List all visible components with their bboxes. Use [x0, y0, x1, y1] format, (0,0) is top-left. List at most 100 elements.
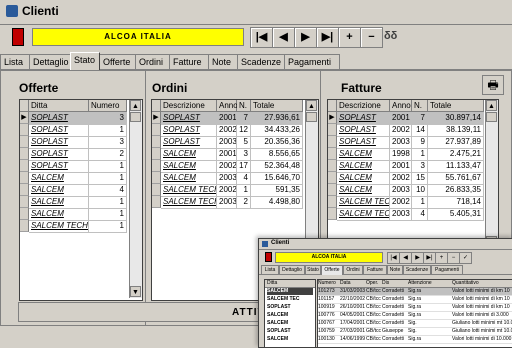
- inset-col: Numero: [318, 280, 341, 288]
- tab-fatture[interactable]: Fatture: [169, 54, 209, 69]
- ordini-scroll-up-button[interactable]: ▲: [306, 100, 317, 111]
- ordini-row[interactable]: SALCEM TECH 2003 2 4.498,80: [161, 196, 303, 209]
- fatture-cell: 30.897,14: [428, 112, 484, 124]
- inset-cell: 100767: [318, 320, 340, 328]
- ordini-cell: 2002: [219, 160, 237, 172]
- inset-cell: 27/03/2001: [340, 328, 366, 336]
- ordini-col-n[interactable]: N.: [237, 100, 251, 112]
- delete-record-button[interactable]: −: [360, 27, 383, 48]
- tab-dettaglio[interactable]: Dettaglio: [29, 54, 71, 69]
- inset-col: Quantitativo: [452, 280, 512, 288]
- tab-lista[interactable]: Lista: [0, 54, 30, 69]
- inset-cell: Sig.ra: [408, 304, 452, 312]
- fatture-cell: SALCEM: [337, 148, 390, 160]
- offerte-row[interactable]: SALCEM TECHN 1: [29, 220, 127, 233]
- fatture-scroll-up-button[interactable]: ▲: [486, 100, 497, 111]
- inset-cell: Sig.: [408, 320, 452, 328]
- offerte-col-ditta[interactable]: Ditta: [29, 100, 89, 112]
- inset-cell: Valori lotti minimi di 10.000: [452, 336, 512, 344]
- print-button[interactable]: 🖶: [482, 75, 504, 95]
- ordini-cell: 5: [237, 136, 251, 148]
- client-name-field[interactable]: ALCOA ITALIA: [32, 28, 244, 46]
- fatture-cell: 2003: [390, 208, 412, 220]
- fatture-col-totale[interactable]: Totale: [428, 100, 484, 112]
- inset-offerte-grid: Ditta SALCEM SALCEM TEC SOPLAST SALCEM SALCEM…: [264, 279, 316, 347]
- inset-cell: 100919: [318, 304, 340, 312]
- add-record-button[interactable]: +: [338, 27, 361, 48]
- fatture-cell: SALCEM TEC: [339, 196, 390, 208]
- prev-record-button[interactable]: ◀: [272, 27, 295, 48]
- inset-col: Dis: [382, 280, 409, 288]
- offerte-row-indicator: [20, 220, 29, 232]
- ordini-cell: 2003: [219, 172, 237, 184]
- ordini-cell: 3: [237, 148, 251, 160]
- fatture-cell: 14: [412, 124, 428, 136]
- inset-client-name: ALCOA ITALIA: [275, 252, 383, 263]
- inset-tab-ordini: Ordini: [343, 265, 363, 275]
- fatture-cell: 2003: [390, 136, 412, 148]
- fatture-grid[interactable]: Descrizione Anno N. Totale ▶ SOPLAST 2001 7 30.8…: [327, 99, 499, 251]
- ordini-col-descrizione[interactable]: Descrizione: [161, 100, 217, 112]
- tab-scadenze[interactable]: Scadenze: [237, 54, 285, 69]
- ordini-scroll-thumb[interactable]: [306, 112, 317, 122]
- inset-title: Clienti: [271, 240, 290, 246]
- offerte-row-indicator: [20, 184, 29, 196]
- fatture-cell: SALCEM: [337, 160, 390, 172]
- ordini-col-totale[interactable]: Totale: [251, 100, 303, 112]
- offerte-scroll-up-button[interactable]: ▲: [130, 100, 141, 111]
- inset-left-cell: SALCEM: [267, 312, 289, 318]
- tab-strip: Lista Dettaglio Stato Offerte Ordini Fatture N…: [0, 52, 512, 70]
- offerte-row-indicator: ▶: [20, 112, 29, 124]
- ordini-cell: 591,35: [251, 184, 303, 196]
- fatture-col-anno[interactable]: Anno: [390, 100, 412, 112]
- offerte-scrollbar[interactable]: ▲ ▼: [129, 100, 142, 298]
- tab-pagamenti[interactable]: Pagamenti: [284, 54, 340, 69]
- toolbar: ALCOA ITALIA |◀◀▶▶|+−✓✕ δδ: [0, 25, 512, 51]
- fatture-row-indicator: [328, 124, 337, 136]
- ordini-cell: 12: [237, 124, 251, 136]
- fatture-cell: 55.761,67: [428, 172, 484, 184]
- fatture-scrollbar[interactable]: ▲▼: [485, 100, 498, 248]
- record-indicator-icon: [12, 28, 24, 46]
- offerte-cell: 1: [89, 124, 127, 136]
- inset-clienti-window[interactable]: Clienti ALCOA ITALIA |◀ ◀ ▶ ▶| + − ✓ Lista Dett…: [258, 238, 512, 348]
- fatture-cell: 718,14: [428, 196, 484, 208]
- fatture-title: Fatture: [341, 81, 382, 95]
- offerte-col-numero[interactable]: Numero: [89, 100, 127, 112]
- ordini-col-anno[interactable]: Anno: [217, 100, 238, 112]
- last-record-button[interactable]: ▶|: [316, 27, 339, 48]
- inset-tab-strip: Lista Dettaglio Stato Offerte Ordini Fatture N…: [259, 265, 512, 275]
- fatture-col-n[interactable]: N.: [412, 100, 428, 112]
- tab-stato[interactable]: Stato: [70, 52, 100, 70]
- first-record-button[interactable]: |◀: [250, 27, 273, 48]
- fatture-row[interactable]: SALCEM TEC 2003 4 5.405,31: [337, 208, 484, 221]
- fatture-col-descrizione[interactable]: Descrizione: [337, 100, 390, 112]
- fatture-cell: 5.405,31: [428, 208, 484, 220]
- inset-cell: 17/04/2001: [340, 320, 366, 328]
- inset-cell: Sig.: [408, 328, 452, 336]
- inset-cell: 22/10/2002: [340, 296, 366, 304]
- offerte-cell: 3: [89, 136, 127, 148]
- offerte-cell: SOPLAST: [29, 136, 89, 148]
- tab-ordini[interactable]: Ordini: [135, 54, 170, 69]
- offerte-cell: 1: [89, 172, 127, 184]
- offerte-scroll-thumb[interactable]: [130, 112, 141, 122]
- fatture-row-indicator: [328, 172, 337, 184]
- ordini-title: Ordini: [152, 81, 188, 95]
- offerte-row-indicator: [20, 136, 29, 148]
- fatture-cell: 1: [412, 196, 428, 208]
- fatture-cell: 4: [412, 208, 428, 220]
- inset-col-ditta: Ditta: [265, 280, 315, 288]
- fatture-scroll-thumb[interactable]: [486, 112, 497, 122]
- ordini-cell: 2002: [219, 124, 237, 136]
- offerte-grid[interactable]: Ditta Numero ▶ SOPLAST 3 SOPLAST 1 SOPLAST 3 SOPL…: [19, 99, 143, 301]
- offerte-scroll-down-button[interactable]: ▼: [130, 286, 141, 297]
- tab-note[interactable]: Note: [208, 54, 238, 69]
- ordini-row-indicator: [152, 184, 161, 196]
- next-record-button[interactable]: ▶: [294, 27, 317, 48]
- glasses-icon[interactable]: δδ: [384, 30, 397, 42]
- ordini-row-indicator: [152, 136, 161, 148]
- offerte-cell: 1: [89, 220, 127, 232]
- ordini-row-indicator: ▶: [152, 112, 161, 124]
- tab-offerte[interactable]: Offerte: [99, 54, 136, 69]
